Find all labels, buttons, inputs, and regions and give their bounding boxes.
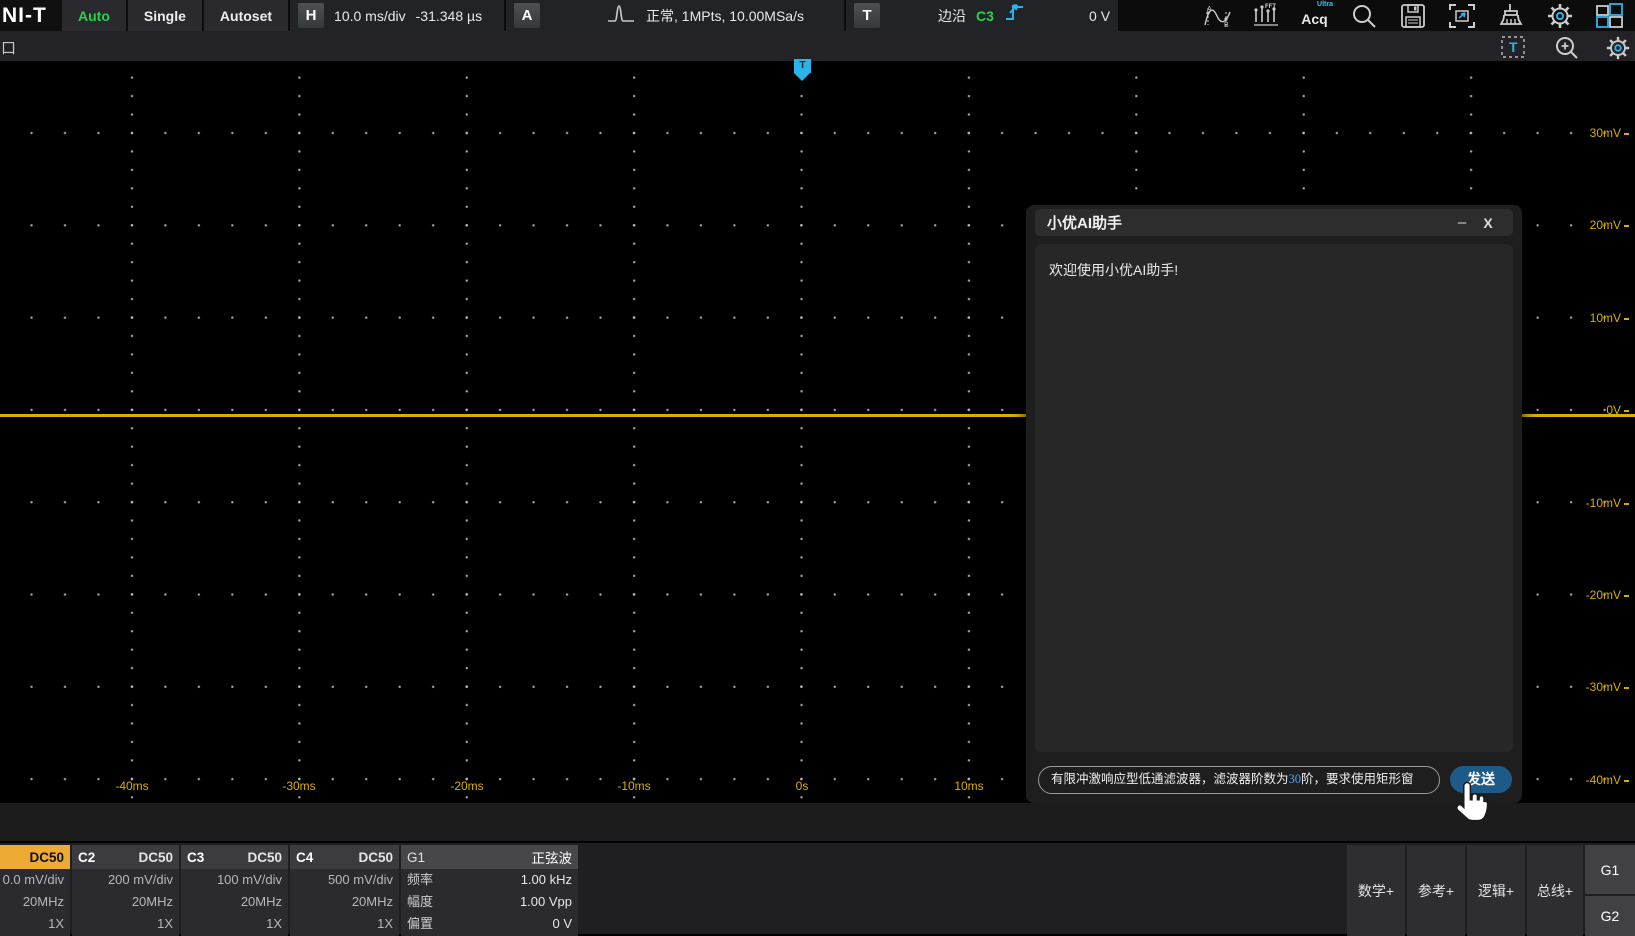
channel2-scale: 200 mV/div <box>72 869 179 891</box>
ai-welcome-message: 欢迎使用小优AI助手! <box>1049 260 1499 280</box>
ai-chat-area: 欢迎使用小优AI助手! <box>1035 244 1513 752</box>
math-add-button[interactable]: 数学+ <box>1347 845 1405 936</box>
channel4-scale: 500 mV/div <box>290 869 399 891</box>
trigger-source-readout: C3 <box>976 8 994 24</box>
annotation-text-icon[interactable]: T <box>1500 35 1526 64</box>
channel2-bandwidth: 20MHz <box>72 891 179 913</box>
trigger-badge: T <box>854 3 880 28</box>
trigger-level-readout: 0 V <box>1089 8 1110 24</box>
horizontal-offset-readout: -31.348 µs <box>416 8 482 24</box>
minimize-button[interactable]: – <box>1449 214 1475 231</box>
channel3-scale: 100 mV/div <box>181 869 288 891</box>
reference-add-button[interactable]: 参考+ <box>1407 845 1465 936</box>
timebase-readout: 10.0 ms/div <box>334 8 406 24</box>
channel2-probe: 1X <box>72 913 179 935</box>
topbar-icon-group: AB FFT Ultra Acq <box>1196 0 1635 31</box>
volt-axis-label: 20mV <box>1590 218 1629 232</box>
volt-axis-label: -20mV <box>1586 588 1629 602</box>
trigger-section[interactable]: T 边沿 C3 0 V <box>846 0 1118 31</box>
settings-gear-icon[interactable] <box>1539 1 1580 30</box>
channel2-panel[interactable]: C2DC50 200 mV/div 20MHz 1X <box>72 845 179 936</box>
ultra-acq-icon[interactable]: Ultra Acq <box>1294 1 1335 30</box>
secondary-toolbar: 窗口 T <box>0 31 1635 62</box>
channel1-probe: 1X <box>0 913 70 935</box>
ai-input[interactable]: 有限冲激响应型低通滤波器，滤波器阶数为30阶，要求使用矩形窗 <box>1038 766 1440 794</box>
autoset-button[interactable]: Autoset <box>204 0 288 31</box>
time-axis-label: 0s <box>796 779 809 793</box>
volt-axis-label: -10mV <box>1586 496 1629 510</box>
volt-axis-label: 0V <box>1606 403 1629 417</box>
ai-assistant-dialog: 小优AI助手 – X 欢迎使用小优AI助手! 有限冲激响应型低通滤波器，滤波器阶… <box>1026 205 1522 803</box>
channel1-scale: 0.0 mV/div <box>0 869 70 891</box>
channel1-bandwidth: 20MHz <box>0 891 70 913</box>
save-icon[interactable] <box>1392 1 1433 30</box>
clear-brush-icon[interactable] <box>1490 1 1531 30</box>
volt-axis-label: -30mV <box>1586 680 1629 694</box>
window-layout-icon[interactable] <box>1588 1 1629 30</box>
close-button[interactable]: X <box>1475 215 1501 231</box>
volt-axis-label: 30mV <box>1590 126 1629 140</box>
send-button[interactable]: 发送 <box>1450 766 1512 793</box>
acquire-readout: 正常, 1MPts, 10.00MSa/s <box>646 6 804 26</box>
rising-edge-icon <box>1004 1 1028 30</box>
svg-text:T: T <box>1509 39 1518 55</box>
logic-add-button[interactable]: 逻辑+ <box>1467 845 1525 936</box>
channel1-panel[interactable]: DC50 0.0 mV/div 20MHz 1X <box>0 845 70 936</box>
g1-button[interactable]: G1 <box>1585 845 1635 894</box>
channel4-bandwidth: 20MHz <box>290 891 399 913</box>
time-axis-label: 10ms <box>954 779 983 793</box>
single-button[interactable]: Single <box>128 0 202 31</box>
time-axis-label: -20ms <box>450 779 483 793</box>
lower-spacer <box>0 803 1635 841</box>
trigger-type-readout: 边沿 <box>938 6 966 26</box>
cursor-measure-icon[interactable]: AB <box>1196 1 1237 30</box>
horizontal-badge: H <box>298 3 324 28</box>
brand-logo: NI-T <box>0 0 62 31</box>
fft-icon[interactable]: FFT <box>1245 1 1286 30</box>
run-mode-button[interactable]: Auto <box>62 0 126 31</box>
top-toolbar: NI-T Auto Single Autoset H 10.0 ms/div -… <box>0 0 1635 31</box>
acquire-badge: A <box>514 3 540 28</box>
volt-axis-label: -40mV <box>1586 773 1629 787</box>
time-axis-label: -10ms <box>617 779 650 793</box>
window-menu-label[interactable]: 窗口 <box>0 37 16 58</box>
channel3-bandwidth: 20MHz <box>181 891 288 913</box>
channel3-panel[interactable]: C3DC50 100 mV/div 20MHz 1X <box>181 845 288 936</box>
channel4-panel[interactable]: C4DC50 500 mV/div 20MHz 1X <box>290 845 399 936</box>
screenshot-icon[interactable] <box>1441 1 1482 30</box>
ai-dialog-header[interactable]: 小优AI助手 – X <box>1035 209 1513 236</box>
volt-axis-label: 10mV <box>1590 311 1629 325</box>
channel4-probe: 1X <box>290 913 399 935</box>
time-axis-label: -30ms <box>282 779 315 793</box>
ai-dialog-title: 小优AI助手 <box>1047 212 1122 233</box>
generator1-panel[interactable]: G1正弦波 频率1.00 kHz 幅度1.00 Vpp 偏置0 V <box>401 845 578 936</box>
horizontal-section[interactable]: H 10.0 ms/div -31.348 µs <box>290 0 504 31</box>
pulse-icon <box>606 2 636 29</box>
generator-waveform: 正弦波 <box>532 847 573 867</box>
bottom-status-bar: DC50 0.0 mV/div 20MHz 1X C2DC50 200 mV/d… <box>0 841 1635 934</box>
search-icon[interactable] <box>1343 1 1384 30</box>
trigger-position-marker[interactable]: T <box>794 59 811 81</box>
g2-button[interactable]: G2 <box>1585 896 1635 936</box>
channel3-probe: 1X <box>181 913 288 935</box>
bus-add-button[interactable]: 总线+ <box>1527 845 1583 936</box>
acquire-section[interactable]: A 正常, 1MPts, 10.00MSa/s <box>506 0 844 31</box>
time-axis-label: -40ms <box>115 779 148 793</box>
ai-input-row: 有限冲激响应型低通滤波器，滤波器阶数为30阶，要求使用矩形窗 发送 <box>1038 765 1512 794</box>
